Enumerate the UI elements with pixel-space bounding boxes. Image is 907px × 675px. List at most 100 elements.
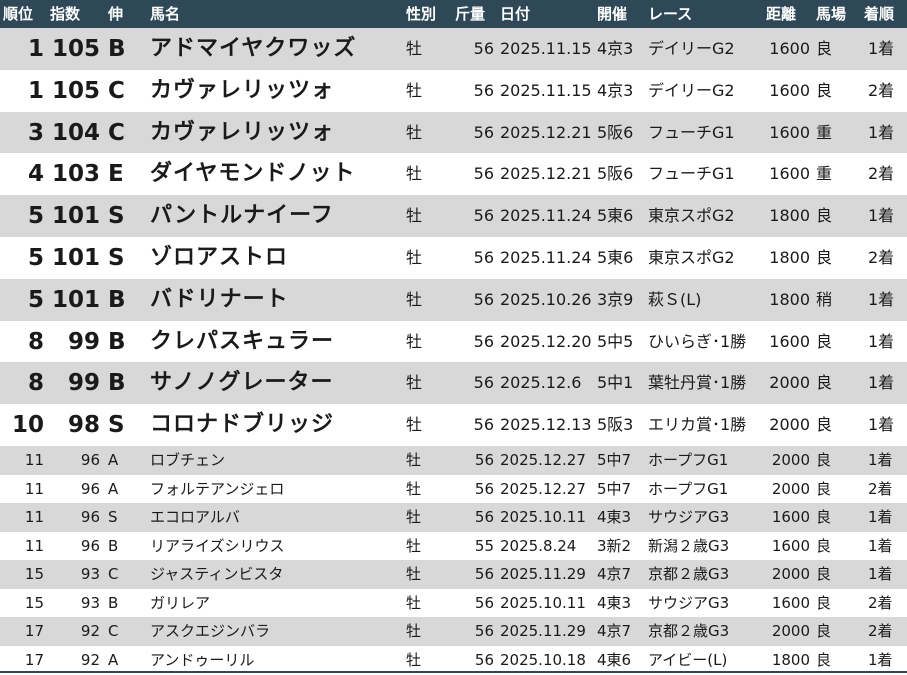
cell-distance: 1800 (769, 248, 810, 267)
cell-track: 良 (816, 248, 833, 267)
cell-weight: 56 (474, 650, 494, 669)
cell-distance: 1800 (769, 206, 810, 226)
cell-sex: 牡 (406, 622, 422, 640)
cell-finish: 1着 (868, 565, 893, 583)
cell-sex: 牡 (406, 479, 422, 498)
cell-distance: 2000 (771, 479, 810, 498)
cell-finish: 2着 (868, 479, 893, 498)
cell-grade: S (108, 203, 125, 230)
cell-finish: 1着 (868, 373, 895, 393)
cell-date: 2025.12.21 (500, 164, 592, 184)
cell-distance: 2000 (771, 451, 810, 469)
header-venue: 開催 (597, 5, 628, 23)
cell-track: 良 (816, 39, 833, 58)
cell-grade: B (108, 286, 126, 313)
cell-rank: 11 (24, 451, 44, 469)
table-row: 5 101 B バドリナート 牡 56 2025.10.26 3京9 萩Ｓ(L) 1800 稍 1着 (0, 278, 907, 321)
cell-weight: 56 (473, 331, 494, 351)
cell-track: 良 (816, 593, 832, 612)
cell-sex: 牡 (406, 80, 423, 100)
cell-venue: 5中7 (597, 479, 632, 498)
cell-index: 96 (80, 451, 100, 469)
cell-grade: A (108, 650, 119, 669)
cell-rank: 11 (24, 536, 44, 555)
cell-rank: 5 (27, 286, 44, 313)
cell-index: 103 (51, 161, 100, 188)
cell-venue: 5中7 (597, 451, 632, 469)
cell-race: ホープフG1 (648, 451, 729, 469)
cell-race: 新潟２歳G3 (648, 536, 730, 555)
table-row: 15 93 C ジャスティンビスタ 牡 56 2025.11.29 4京7 京都２歳G3 2000… (0, 560, 907, 589)
cell-horse-name: バドリナート (150, 286, 289, 312)
cell-venue: 3新2 (597, 536, 632, 555)
header-index: 指数 (50, 5, 81, 23)
table-bottom-border (0, 671, 907, 673)
table-row: 17 92 C アスクエジンバラ 牡 56 2025.11.29 4京7 京都２歳G3 2000 良… (0, 617, 907, 646)
cell-weight: 56 (473, 415, 494, 435)
cell-index: 101 (51, 286, 100, 313)
header-grade: 伸 (108, 5, 124, 23)
cell-rank: 1 (27, 36, 44, 62)
cell-race: エリカ賞･1勝 (648, 415, 747, 435)
cell-date: 2025.8.24 (500, 536, 577, 555)
cell-rank: 3 (27, 119, 44, 146)
header-finish: 着順 (864, 5, 895, 23)
cell-rank: 4 (27, 161, 44, 188)
cell-sex: 牡 (406, 451, 422, 469)
cell-index: 99 (67, 328, 100, 355)
cell-date: 2025.11.15 (500, 80, 592, 100)
cell-rank: 5 (27, 245, 44, 271)
cell-date: 2025.12.13 (500, 415, 592, 435)
cell-weight: 56 (474, 593, 494, 612)
cell-track: 良 (816, 331, 833, 351)
cell-distance: 1600 (771, 536, 810, 555)
cell-race: 京都２歳G3 (648, 565, 730, 583)
cell-distance: 1600 (769, 164, 810, 184)
cell-horse-name: アンドゥーリル (150, 650, 255, 669)
cell-rank: 17 (24, 650, 44, 669)
cell-finish: 2着 (868, 593, 893, 612)
table-row: 1 105 B アドマイヤクワッズ 牡 56 2025.11.15 4京3 デイリーG2 1600… (0, 28, 907, 70)
cell-grade: B (108, 593, 119, 612)
header-rank: 順位 (3, 5, 34, 23)
table-row: 8 99 B サノノグレーター 牡 56 2025.12.6 5中1 葉牡丹賞･1勝 2000 良 1… (0, 362, 907, 405)
cell-rank: 8 (27, 328, 44, 355)
cell-distance: 1600 (771, 593, 810, 612)
cell-distance: 1600 (769, 122, 810, 142)
cell-rank: 5 (27, 203, 44, 230)
cell-finish: 1着 (868, 331, 895, 351)
cell-race: ひいらぎ･1勝 (648, 331, 747, 351)
cell-race: デイリーG2 (648, 80, 735, 100)
cell-weight: 56 (473, 80, 494, 100)
cell-race: 萩Ｓ(L) (648, 289, 702, 309)
cell-weight: 56 (473, 248, 494, 267)
cell-grade: E (108, 161, 124, 188)
cell-distance: 1600 (769, 80, 810, 100)
cell-horse-name: アスクエジンバラ (150, 622, 271, 640)
cell-weight: 56 (473, 206, 494, 226)
cell-index: 93 (80, 593, 100, 612)
cell-date: 2025.12.20 (500, 331, 592, 351)
cell-index: 96 (80, 508, 100, 526)
cell-weight: 56 (474, 622, 494, 640)
cell-race: ホープフG1 (648, 479, 729, 498)
cell-grade: B (108, 370, 126, 397)
cell-venue: 4東6 (597, 650, 632, 669)
cell-grade: S (108, 412, 125, 439)
cell-sex: 牡 (406, 39, 423, 58)
cell-venue: 5中5 (597, 331, 634, 351)
cell-horse-name: サノノグレーター (150, 370, 334, 396)
cell-sex: 牡 (406, 248, 423, 267)
cell-finish: 1着 (868, 289, 895, 309)
cell-index: 101 (51, 245, 100, 271)
cell-finish: 1着 (868, 536, 893, 555)
cell-horse-name: エコロアルバ (150, 508, 240, 526)
cell-distance: 2000 (771, 565, 810, 583)
cell-finish: 2着 (868, 622, 893, 640)
cell-venue: 5中1 (597, 373, 634, 393)
cell-finish: 1着 (868, 122, 895, 142)
cell-venue: 4東3 (597, 508, 632, 526)
header-distance: 距離 (766, 5, 797, 23)
cell-horse-name: ロブチェン (150, 451, 226, 469)
cell-race: フューチG1 (648, 164, 735, 184)
